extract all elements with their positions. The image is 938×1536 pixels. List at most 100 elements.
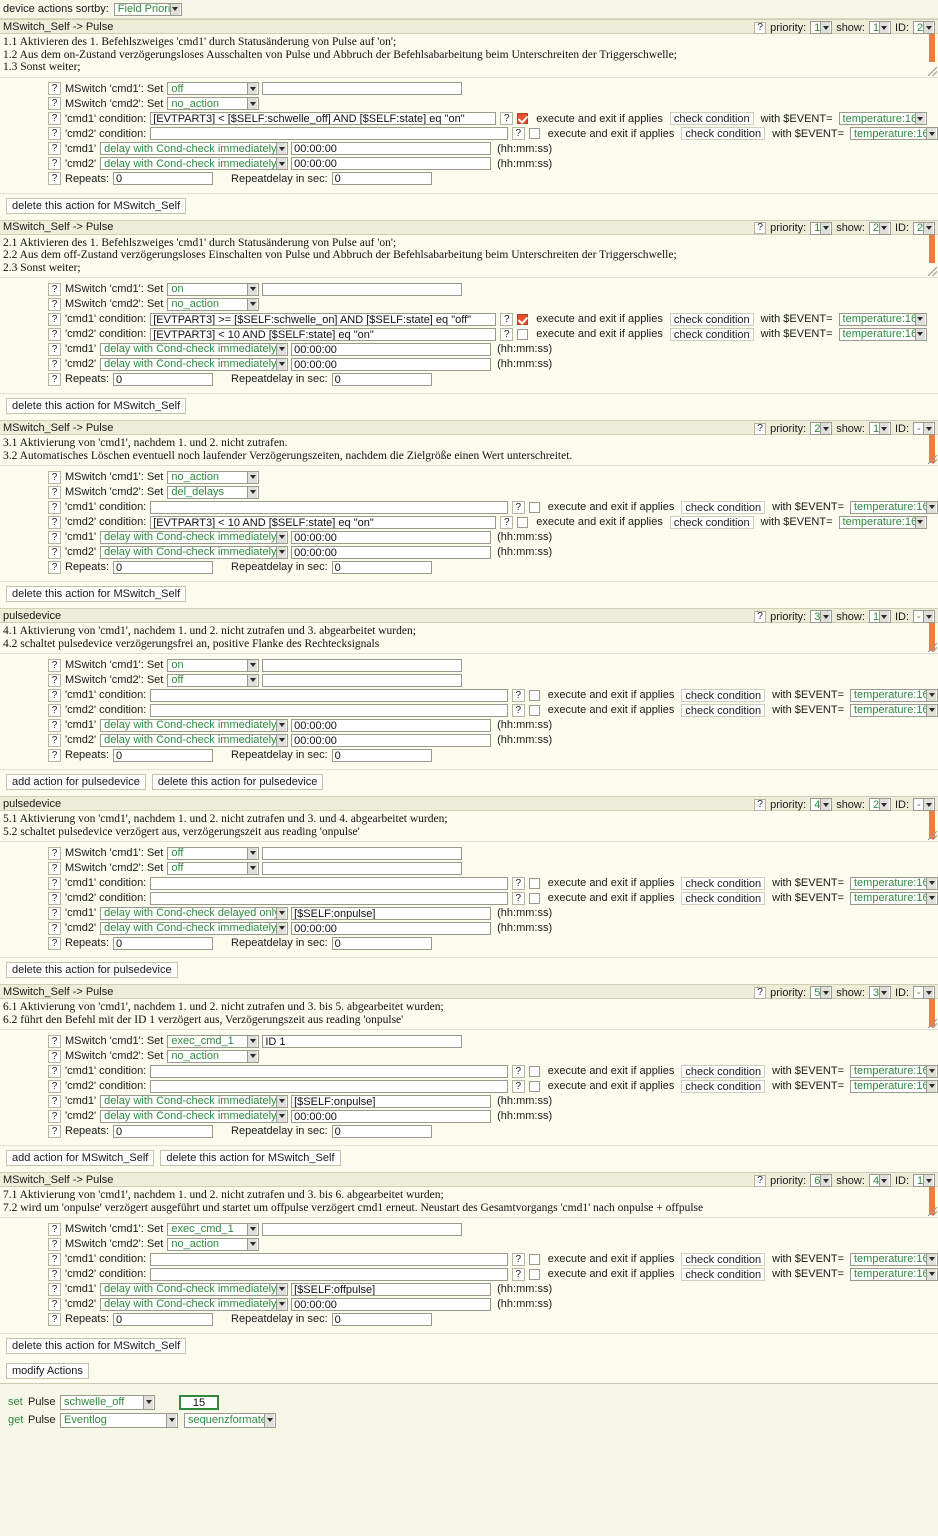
cond-cmd1-input[interactable]: [EVTPART3] >= [$SELF:schwelle_on] AND [$… (150, 312, 497, 326)
help-icon[interactable]: ? (48, 515, 61, 529)
help-icon[interactable]: ? (754, 1174, 767, 1187)
help-icon[interactable]: ? (754, 222, 767, 234)
check-condition-button[interactable]: check condition (669, 112, 754, 125)
help-icon[interactable]: ? (48, 500, 61, 514)
check-condition-button[interactable]: check condition (669, 312, 754, 326)
help-icon[interactable]: ? (48, 1064, 61, 1078)
help-icon[interactable]: ? (48, 1312, 61, 1326)
help-icon[interactable]: ? (48, 1079, 61, 1093)
delay-cmd1-time-input[interactable]: 00:00:00 (291, 718, 492, 732)
delay-cmd2-select[interactable]: delay with Cond-check immediately and de… (100, 1109, 289, 1123)
show-select[interactable]: 1 (868, 422, 891, 435)
delay-cmd1-time-input[interactable]: 00:00:00 (291, 530, 492, 544)
help-icon[interactable]: ? (48, 658, 61, 672)
help-icon[interactable]: ? (48, 1222, 61, 1236)
help-icon[interactable]: ? (48, 718, 61, 732)
set-cmd1-select[interactable]: off (167, 82, 260, 95)
priority-select[interactable]: 1 (810, 221, 833, 235)
add-action-button[interactable]: add action for pulsedevice (6, 774, 146, 790)
set-cmd1-arg-input[interactable]: ID 1 (262, 1034, 463, 1048)
help-icon[interactable]: ? (511, 1252, 525, 1266)
delete-action-button[interactable]: delete this action for pulsedevice (151, 774, 324, 790)
repeats-input[interactable]: 0 (113, 1124, 214, 1138)
show-select[interactable]: 1 (868, 21, 891, 34)
check-condition-button[interactable]: check condition (681, 1064, 766, 1078)
show-select[interactable]: 3 (868, 986, 891, 999)
help-icon[interactable]: ? (48, 1034, 61, 1048)
delay-cmd1-select[interactable]: delay with Cond-check delayed only: + (100, 906, 289, 920)
delete-action-button[interactable]: delete this action for MSwitch_Self (160, 1150, 341, 1166)
cond-cmd2-input[interactable] (150, 1079, 508, 1093)
delay-cmd2-select[interactable]: delay with Cond-check immediately and de… (100, 357, 289, 371)
priority-select[interactable]: 3 (810, 610, 833, 623)
help-icon[interactable]: ? (48, 876, 61, 890)
help-icon[interactable]: ? (500, 312, 514, 326)
set-cmd1-select[interactable]: no_action (167, 470, 260, 484)
execute-exit-checkbox[interactable] (517, 313, 529, 325)
cond-cmd2-input[interactable] (150, 891, 508, 905)
id-select[interactable]: 2 (913, 21, 935, 34)
help-icon[interactable]: ? (48, 1124, 61, 1138)
cond-cmd2-input[interactable]: [EVTPART3] < 10 AND [$SELF:state] eq "on… (150, 515, 497, 529)
set-cmd2-select[interactable]: off (167, 861, 260, 875)
delay-cmd1-select[interactable]: delay with Cond-check immediately and de… (100, 1094, 289, 1108)
help-icon[interactable]: ? (511, 1079, 525, 1093)
modify-actions-button[interactable]: modify Actions (6, 1363, 89, 1379)
check-condition-button[interactable]: check condition (681, 688, 766, 702)
cond-cmd2-input[interactable]: [EVTPART3] < 10 AND [$SELF:state] eq "on… (150, 327, 497, 341)
set-cmd2-arg-input[interactable] (262, 861, 463, 875)
delay-cmd2-select[interactable]: delay with Cond-check immediately and de… (100, 1297, 289, 1311)
resize-handle[interactable] (928, 455, 937, 464)
check-condition-button[interactable]: check condition (681, 891, 766, 905)
set-cmd1-select[interactable]: on (167, 282, 260, 296)
delay-cmd2-time-input[interactable]: 00:00:00 (291, 1109, 492, 1123)
priority-select[interactable]: 4 (810, 798, 833, 811)
repeatdelay-input[interactable]: 0 (331, 1312, 432, 1326)
resize-handle[interactable] (928, 831, 937, 840)
execute-exit-checkbox[interactable] (528, 704, 540, 716)
delay-cmd1-select[interactable]: delay with Cond-check immediately and de… (100, 530, 289, 544)
delay-cmd1-select[interactable]: delay with Cond-check immediately and de… (100, 1282, 289, 1296)
set-cmd2-select[interactable]: del_delays (167, 485, 260, 499)
execute-exit-checkbox[interactable] (528, 501, 540, 513)
get-format-select[interactable]: sequenzformated (184, 1412, 276, 1428)
execute-exit-checkbox[interactable] (528, 892, 540, 904)
help-icon[interactable]: ? (511, 1267, 525, 1281)
repeats-input[interactable]: 0 (113, 936, 214, 950)
event-select[interactable]: temperature:16 (850, 891, 938, 905)
help-icon[interactable]: ? (48, 936, 61, 950)
help-icon[interactable]: ? (511, 1064, 525, 1078)
resize-handle[interactable] (928, 66, 937, 76)
execute-exit-checkbox[interactable] (528, 689, 540, 701)
help-icon[interactable]: ? (48, 342, 61, 356)
help-icon[interactable]: ? (500, 112, 514, 125)
check-condition-button[interactable]: check condition (681, 1267, 766, 1281)
check-condition-button[interactable]: check condition (669, 327, 754, 341)
add-action-button[interactable]: add action for MSwitch_Self (6, 1150, 155, 1166)
repeats-input[interactable]: 0 (113, 1312, 214, 1326)
help-icon[interactable]: ? (48, 921, 61, 935)
cond-cmd1-input[interactable] (150, 500, 508, 514)
help-icon[interactable]: ? (48, 748, 61, 762)
event-select[interactable]: temperature:16 (838, 312, 927, 326)
priority-select[interactable]: 2 (810, 422, 833, 435)
help-icon[interactable]: ? (48, 357, 61, 371)
help-icon[interactable]: ? (48, 157, 61, 170)
repeatdelay-input[interactable]: 0 (331, 936, 432, 950)
help-icon[interactable]: ? (754, 422, 767, 435)
help-icon[interactable]: ? (48, 372, 61, 386)
get-reading-select[interactable]: Eventlog (60, 1412, 178, 1428)
help-icon[interactable]: ? (48, 1297, 61, 1311)
help-icon[interactable]: ? (48, 846, 61, 860)
cond-cmd2-input[interactable] (150, 703, 508, 717)
check-condition-button[interactable]: check condition (681, 876, 766, 890)
id-select[interactable]: 1 (913, 1174, 935, 1187)
delete-action-button[interactable]: delete this action for MSwitch_Self (6, 398, 187, 414)
id-select[interactable]: 2 (913, 221, 935, 235)
help-icon[interactable]: ? (48, 1282, 61, 1296)
set-cmd1-arg-input[interactable] (262, 82, 463, 95)
priority-select[interactable]: 1 (810, 21, 833, 34)
help-icon[interactable]: ? (48, 1094, 61, 1108)
show-select[interactable]: 1 (868, 610, 891, 623)
delay-cmd2-select[interactable]: delay with Cond-check immediately and de… (100, 545, 289, 559)
